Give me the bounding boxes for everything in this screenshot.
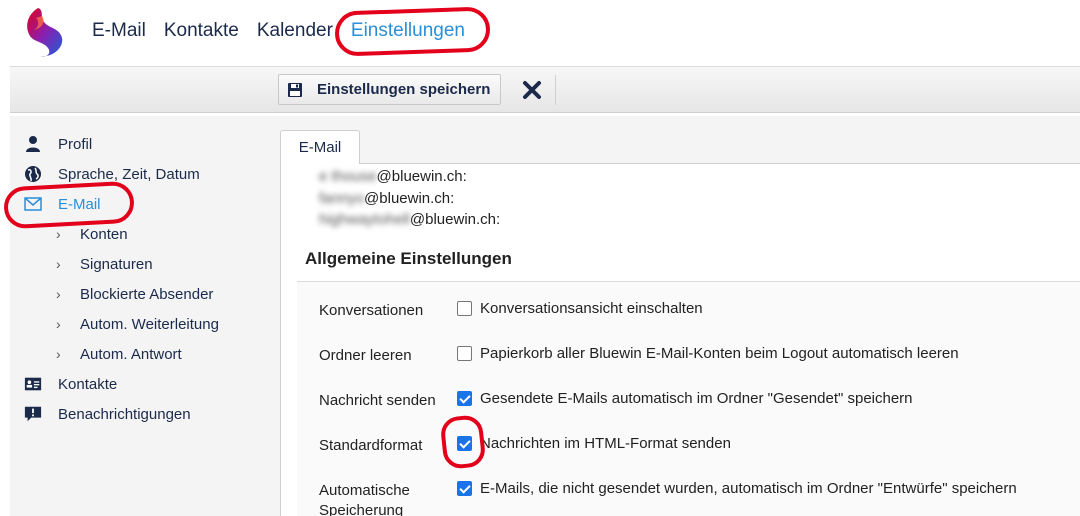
sidebar-item-label: Sprache, Zeit, Datum	[58, 165, 200, 183]
email-address-line: highwaytohell@bluewin.ch:	[319, 211, 500, 228]
redacted-username: fannyo	[319, 190, 365, 207]
redacted-username: highwaytohell	[319, 211, 410, 228]
option-text: Papierkorb aller Bluewin E-Mail-Konten b…	[480, 345, 959, 362]
chevron-right-icon: ›	[56, 226, 61, 242]
notification-icon	[24, 405, 42, 423]
option-text: Konversationsansicht einschalten	[480, 300, 703, 317]
sidebar-item-label: Autom. Weiterleitung	[80, 315, 219, 333]
save-settings-button[interactable]: Einstellungen speichern	[278, 74, 502, 105]
nav-email[interactable]: E-Mail	[92, 20, 146, 42]
nav-kontakte[interactable]: Kontakte	[164, 20, 239, 42]
sidebar-item-label: Benachrichtigungen	[58, 405, 191, 423]
top-bar: E-Mail Kontakte Kalender Einstellungen	[0, 0, 1080, 64]
settings-list: Konversationen Konversationsansicht eins…	[297, 282, 1080, 516]
annotation-circle-settings	[334, 6, 491, 57]
setting-option-nachricht-senden[interactable]: Gesendete E-Mails automatisch im Ordner …	[457, 390, 913, 407]
email-address-line: fannyo@bluewin.ch:	[319, 190, 454, 207]
globe-icon	[24, 165, 42, 183]
email-domain: @bluewin.ch:	[364, 190, 455, 207]
setting-label-standardformat: Standardformat	[319, 437, 423, 454]
setting-label-nachricht-senden: Nachricht senden	[319, 392, 436, 409]
chevron-right-icon: ›	[56, 256, 61, 272]
sidebar: Profil Sprache, Zeit, Datum E-Mail › Kon…	[2, 116, 278, 516]
chevron-right-icon: ›	[56, 346, 61, 362]
annotation-circle-checkbox	[439, 413, 487, 471]
setting-label-automatische-speicherung: Automatische Speicherung	[319, 482, 410, 516]
redacted-username: e thouse	[319, 168, 377, 185]
settings-panel: e thouse@bluewin.ch: fannyo@bluewin.ch: …	[280, 163, 1080, 516]
nav-kalender[interactable]: Kalender	[257, 20, 333, 42]
checkbox-ordner-leeren[interactable]	[457, 346, 472, 361]
setting-option-standardformat[interactable]: Nachrichten im HTML-Format senden	[457, 435, 731, 452]
setting-label-konversationen: Konversationen	[319, 302, 424, 319]
main-content: E-Mail e thouse@bluewin.ch: fannyo@bluew…	[278, 116, 1080, 516]
setting-option-ordner-leeren[interactable]: Papierkorb aller Bluewin E-Mail-Konten b…	[457, 345, 959, 362]
checkbox-automatische-speicherung[interactable]	[457, 481, 472, 496]
option-text: E-Mails, die nicht gesendet wurden, auto…	[480, 480, 1017, 497]
sidebar-item-label: Kontakte	[58, 375, 118, 393]
setting-option-automatische-speicherung[interactable]: E-Mails, die nicht gesendet wurden, auto…	[457, 480, 1017, 497]
checkbox-nachricht-senden[interactable]	[457, 391, 472, 406]
email-address-line: e thouse@bluewin.ch:	[319, 168, 467, 185]
checkbox-konversationen[interactable]	[457, 301, 472, 316]
sidebar-item-label: Konten	[80, 225, 128, 243]
chevron-right-icon: ›	[56, 316, 61, 332]
contact-card-icon	[24, 375, 42, 393]
close-button[interactable]	[517, 76, 547, 104]
sidebar-item-label: Autom. Antwort	[80, 345, 182, 363]
swisscom-logo-icon[interactable]	[22, 6, 66, 58]
setting-option-konversationen[interactable]: Konversationsansicht einschalten	[457, 300, 703, 317]
option-text: Nachrichten im HTML-Format senden	[480, 435, 731, 452]
sidebar-item-label: Profil	[58, 135, 93, 153]
email-domain: @bluewin.ch:	[376, 168, 467, 185]
setting-label-ordner-leeren: Ordner leeren	[319, 347, 412, 364]
chevron-right-icon: ›	[56, 286, 61, 302]
tab-email[interactable]: E-Mail	[280, 130, 360, 164]
sidebar-item-label: Signaturen	[80, 255, 153, 273]
annotation-circle-email	[2, 180, 136, 230]
toolbar: Einstellungen speichern	[10, 66, 1080, 113]
close-x-icon	[523, 81, 541, 99]
toolbar-separator	[555, 75, 556, 105]
sidebar-item-label: Blockierte Absender	[80, 285, 214, 303]
floppy-disk-icon	[288, 82, 302, 97]
person-icon	[24, 135, 42, 153]
section-title: Allgemeine Einstellungen	[305, 249, 512, 268]
option-text: Gesendete E-Mails automatisch im Ordner …	[480, 390, 913, 407]
save-button-label: Einstellungen speichern	[317, 81, 491, 98]
email-domain: @bluewin.ch:	[409, 211, 501, 228]
